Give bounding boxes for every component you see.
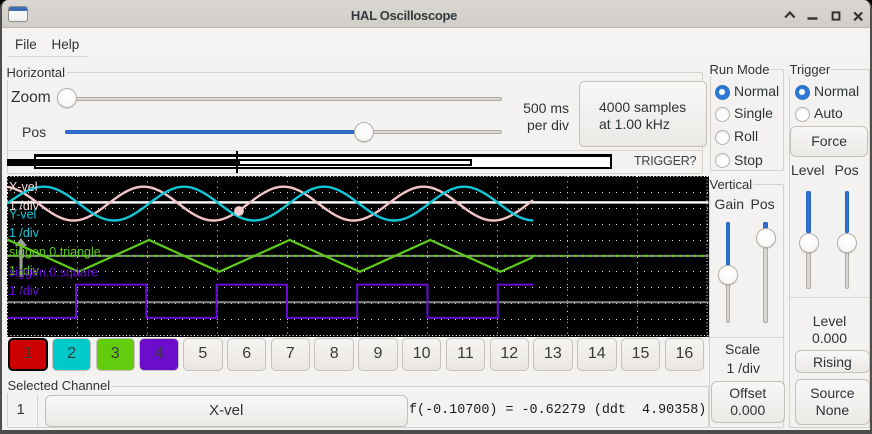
svg-text:1 /div: 1 /div xyxy=(9,226,40,240)
svg-text:siggen.0.square: siggen.0.square xyxy=(9,266,98,280)
svg-text:siggen.0.triangle: siggen.0.triangle xyxy=(9,245,101,259)
svg-text:X-vel: X-vel xyxy=(9,180,37,194)
svg-text:1 /div: 1 /div xyxy=(9,284,40,298)
svg-text:Y-vel: Y-vel xyxy=(9,208,36,222)
